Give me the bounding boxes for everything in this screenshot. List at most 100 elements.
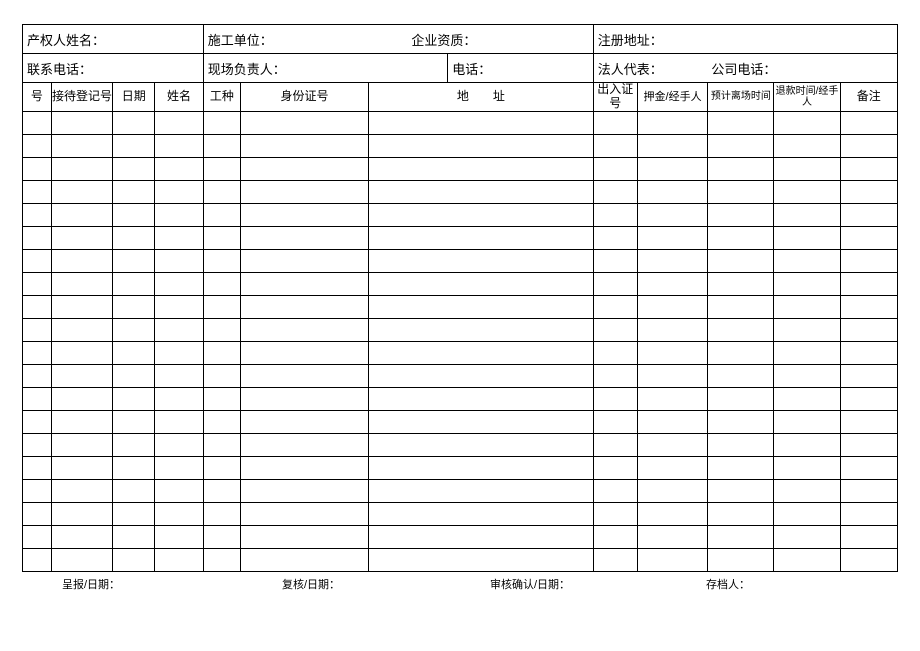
cell[interactable] <box>203 434 240 457</box>
cell[interactable] <box>241 250 369 273</box>
cell[interactable] <box>155 273 204 296</box>
cell[interactable] <box>23 135 52 158</box>
cell[interactable] <box>368 181 593 204</box>
cell[interactable] <box>708 227 774 250</box>
cell[interactable] <box>593 434 637 457</box>
cell[interactable] <box>840 457 897 480</box>
cell[interactable] <box>203 227 240 250</box>
cell[interactable] <box>840 526 897 549</box>
cell[interactable] <box>593 296 637 319</box>
cell[interactable] <box>593 457 637 480</box>
cell[interactable] <box>113 296 155 319</box>
cell[interactable] <box>774 526 840 549</box>
cell[interactable] <box>708 112 774 135</box>
cell[interactable] <box>593 411 637 434</box>
cell[interactable] <box>113 434 155 457</box>
cell[interactable] <box>593 549 637 572</box>
cell[interactable] <box>113 181 155 204</box>
cell[interactable] <box>23 296 52 319</box>
cell[interactable] <box>840 296 897 319</box>
cell[interactable] <box>155 342 204 365</box>
cell[interactable] <box>774 365 840 388</box>
cell[interactable] <box>113 411 155 434</box>
cell[interactable] <box>593 135 637 158</box>
cell[interactable] <box>708 549 774 572</box>
cell[interactable] <box>241 549 369 572</box>
cell[interactable] <box>241 319 369 342</box>
cell[interactable] <box>774 480 840 503</box>
cell[interactable] <box>23 549 52 572</box>
cell[interactable] <box>155 181 204 204</box>
cell[interactable] <box>368 457 593 480</box>
cell[interactable] <box>368 112 593 135</box>
cell[interactable] <box>51 503 113 526</box>
cell[interactable] <box>840 342 897 365</box>
cell[interactable] <box>155 158 204 181</box>
cell[interactable] <box>51 319 113 342</box>
cell[interactable] <box>51 181 113 204</box>
cell[interactable] <box>23 250 52 273</box>
cell[interactable] <box>155 526 204 549</box>
cell[interactable] <box>774 503 840 526</box>
cell[interactable] <box>155 319 204 342</box>
cell[interactable] <box>51 411 113 434</box>
cell[interactable] <box>155 457 204 480</box>
cell[interactable] <box>113 457 155 480</box>
cell[interactable] <box>155 480 204 503</box>
cell[interactable] <box>23 388 52 411</box>
cell[interactable] <box>593 181 637 204</box>
cell[interactable] <box>155 434 204 457</box>
cell[interactable] <box>637 434 708 457</box>
cell[interactable] <box>368 273 593 296</box>
cell[interactable] <box>51 296 113 319</box>
cell[interactable] <box>774 273 840 296</box>
cell[interactable] <box>637 227 708 250</box>
cell[interactable] <box>774 434 840 457</box>
cell[interactable] <box>203 342 240 365</box>
cell[interactable] <box>774 158 840 181</box>
cell[interactable] <box>774 204 840 227</box>
cell[interactable] <box>51 365 113 388</box>
cell[interactable] <box>840 204 897 227</box>
cell[interactable] <box>840 273 897 296</box>
cell[interactable] <box>368 227 593 250</box>
cell[interactable] <box>774 342 840 365</box>
cell[interactable] <box>155 112 204 135</box>
cell[interactable] <box>203 250 240 273</box>
cell[interactable] <box>368 480 593 503</box>
cell[interactable] <box>23 273 52 296</box>
cell[interactable] <box>840 411 897 434</box>
cell[interactable] <box>155 135 204 158</box>
cell[interactable] <box>203 411 240 434</box>
cell[interactable] <box>51 227 113 250</box>
cell[interactable] <box>708 273 774 296</box>
cell[interactable] <box>368 365 593 388</box>
cell[interactable] <box>113 503 155 526</box>
cell[interactable] <box>774 457 840 480</box>
cell[interactable] <box>593 227 637 250</box>
cell[interactable] <box>708 181 774 204</box>
cell[interactable] <box>368 434 593 457</box>
cell[interactable] <box>840 112 897 135</box>
cell[interactable] <box>840 227 897 250</box>
cell[interactable] <box>708 158 774 181</box>
cell[interactable] <box>840 480 897 503</box>
cell[interactable] <box>774 549 840 572</box>
cell[interactable] <box>23 526 52 549</box>
cell[interactable] <box>203 181 240 204</box>
cell[interactable] <box>774 112 840 135</box>
cell[interactable] <box>368 319 593 342</box>
cell[interactable] <box>637 342 708 365</box>
cell[interactable] <box>637 388 708 411</box>
cell[interactable] <box>774 319 840 342</box>
cell[interactable] <box>637 319 708 342</box>
cell[interactable] <box>155 503 204 526</box>
cell[interactable] <box>241 526 369 549</box>
cell[interactable] <box>113 204 155 227</box>
cell[interactable] <box>23 319 52 342</box>
cell[interactable] <box>241 112 369 135</box>
cell[interactable] <box>203 503 240 526</box>
cell[interactable] <box>368 503 593 526</box>
cell[interactable] <box>155 296 204 319</box>
cell[interactable] <box>51 204 113 227</box>
